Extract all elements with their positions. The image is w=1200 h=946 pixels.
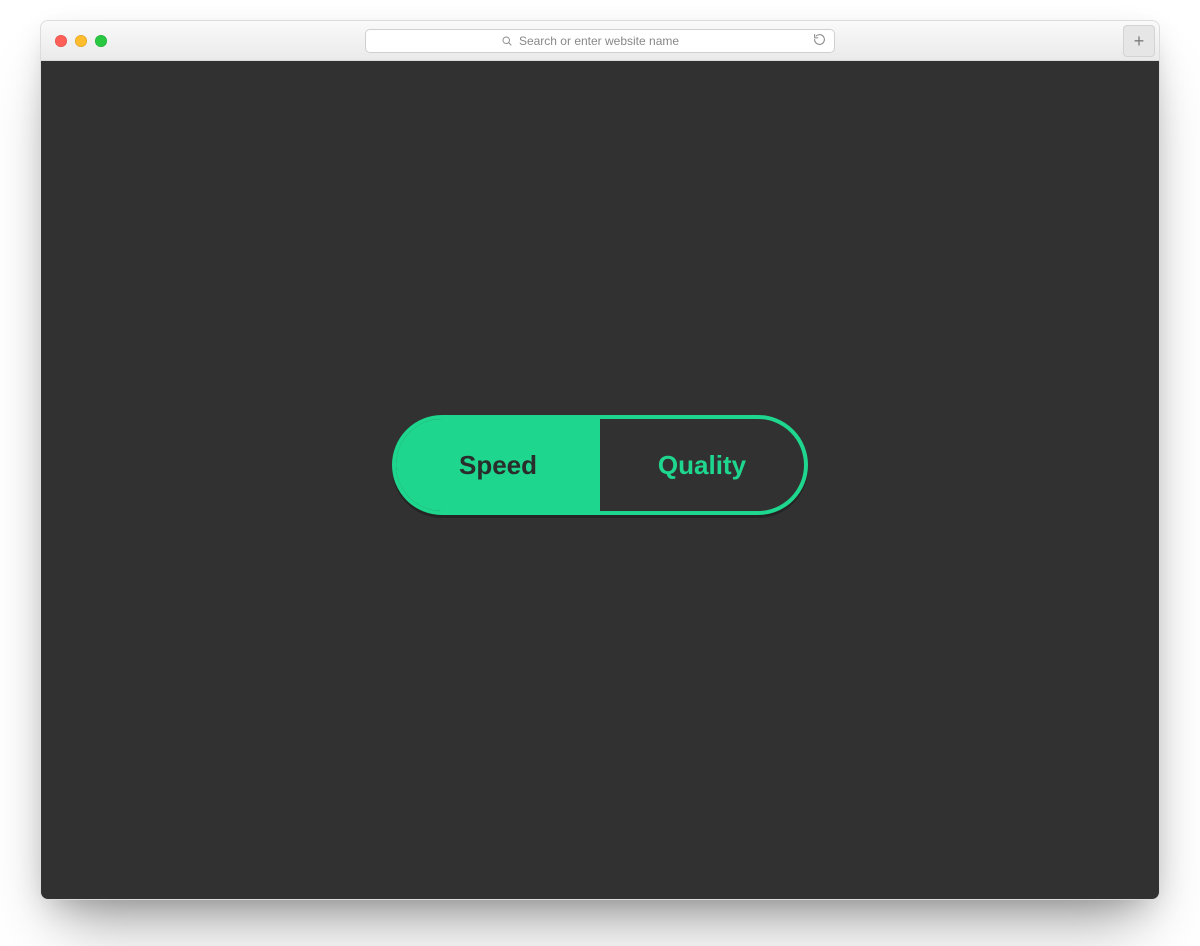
new-tab-button[interactable]: + — [1123, 25, 1155, 57]
address-bar-placeholder: Search or enter website name — [519, 34, 679, 48]
toggle-option-quality[interactable]: Quality — [600, 419, 804, 511]
window-zoom-button[interactable] — [95, 35, 107, 47]
window-close-button[interactable] — [55, 35, 67, 47]
browser-chrome-bar: Search or enter website name + — [41, 21, 1159, 61]
browser-window: Search or enter website name + Speed Qua… — [40, 20, 1160, 900]
search-icon — [501, 35, 513, 47]
toggle-option-label: Speed — [459, 450, 537, 481]
window-controls — [55, 35, 107, 47]
address-bar[interactable]: Search or enter website name — [365, 29, 835, 53]
toggle-option-label: Quality — [658, 450, 746, 481]
window-minimize-button[interactable] — [75, 35, 87, 47]
refresh-icon[interactable] — [813, 33, 826, 49]
toggle-option-speed[interactable]: Speed — [396, 419, 600, 511]
plus-icon: + — [1134, 32, 1145, 50]
page-viewport: Speed Quality — [41, 61, 1159, 899]
mode-toggle[interactable]: Speed Quality — [392, 415, 808, 515]
